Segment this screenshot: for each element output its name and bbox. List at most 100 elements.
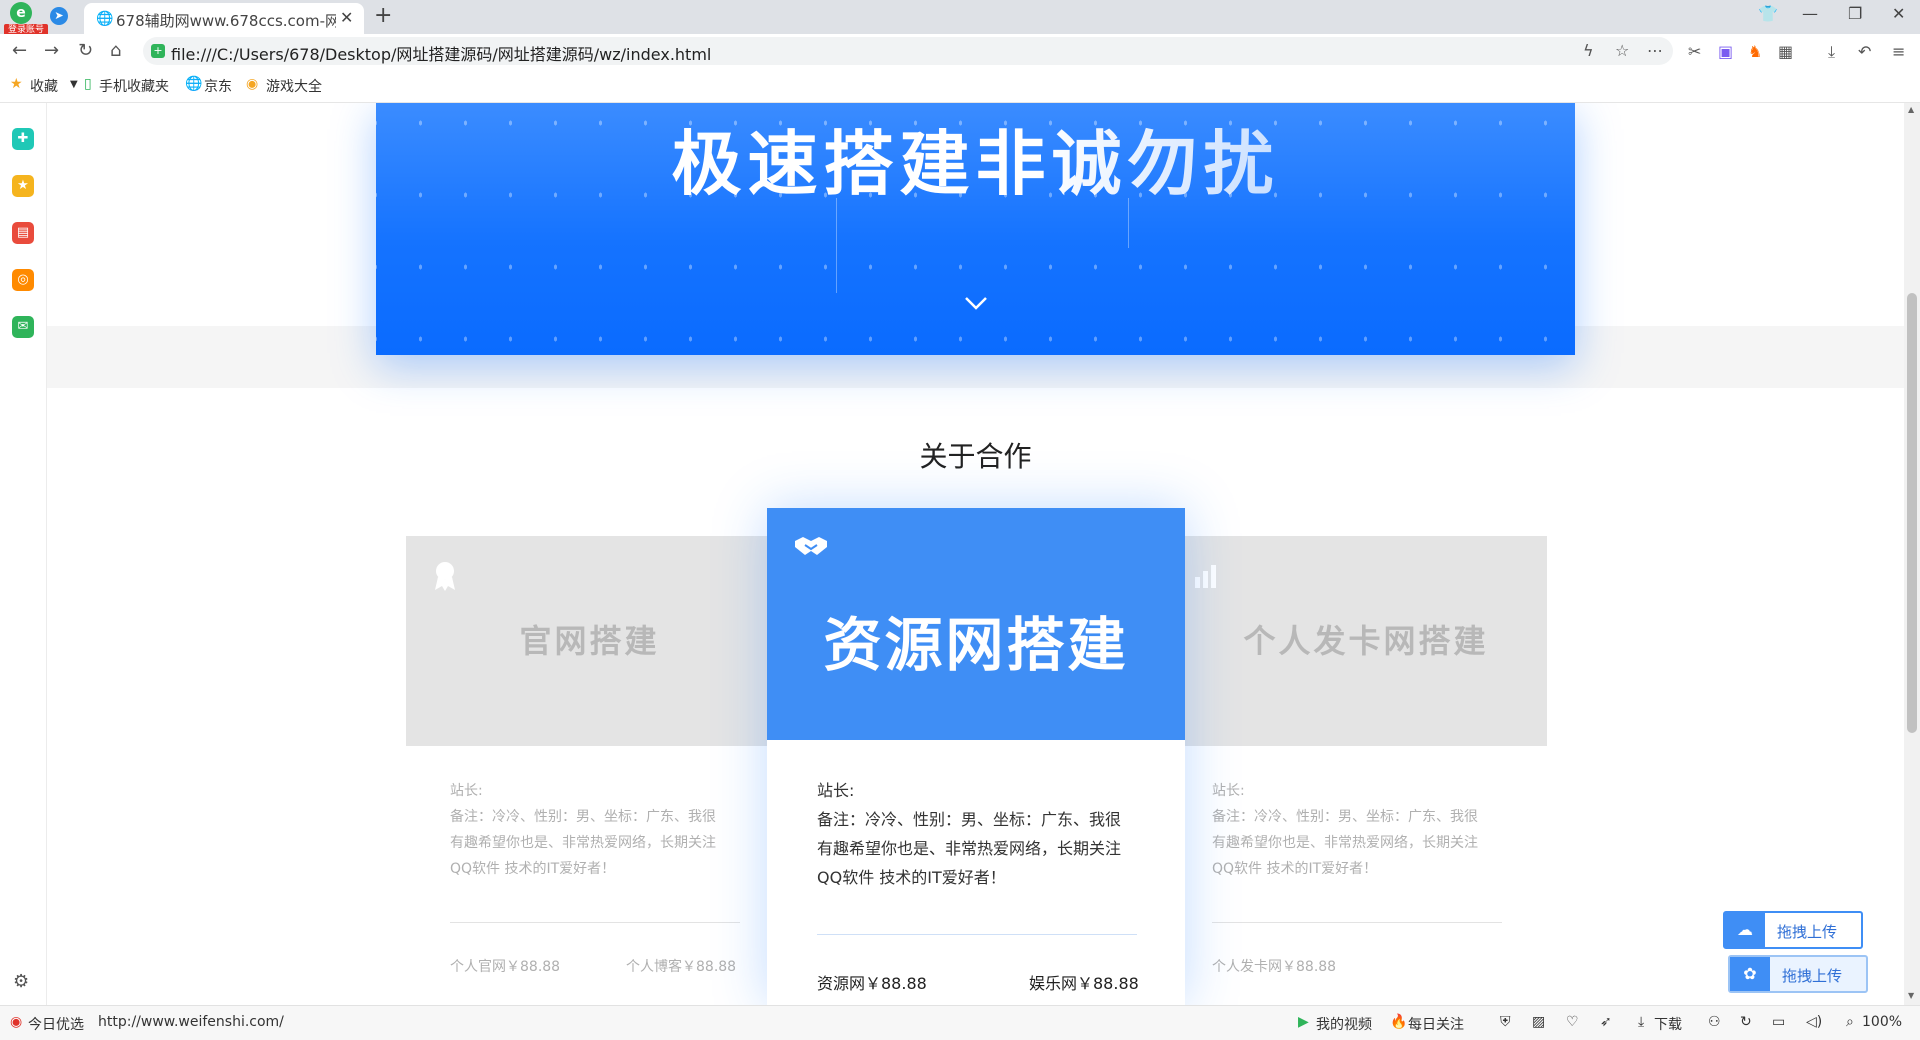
card-desc-line: QQ软件 技术的IT爱好者！ [817,868,1006,887]
translate-icon[interactable]: ▣ [1718,42,1733,61]
minimize-icon[interactable]: — [1802,4,1818,23]
favorites-icon[interactable]: ★ [12,175,34,197]
browser-logo-icon: e [10,2,32,24]
rocket-icon[interactable]: ➶ [1600,1014,1612,1030]
card-title: 官网搭建 [519,622,660,660]
tools-icon[interactable]: ⚇ [1708,1014,1721,1030]
game-icon[interactable]: ♞ [1748,42,1762,61]
vertical-scrollbar[interactable]: ▲ ▼ [1904,103,1920,1005]
card-desc-line: QQ软件 技术的IT爱好者！ [450,861,616,877]
zoom-level[interactable]: 100% [1862,1014,1902,1030]
card-card-shop: 个人发卡网搭建 站长: 备注：冷冷、性别：男、坐标：广东、我很 有趣希望你也是、… [1185,536,1547,1005]
new-tab-icon[interactable]: + [374,3,392,28]
telegram-icon[interactable]: ➤ [50,7,68,25]
scrollbar-thumb[interactable] [1907,293,1917,733]
close-tab-icon[interactable]: ✕ [340,8,353,27]
card-price[interactable]: 娱乐网￥88.88 [1029,970,1139,994]
card-desc-line: 备注：冷冷、性别：男、坐标：广东、我很 [450,809,716,825]
card-desc-line: 备注：冷冷、性别：男、坐标：广东、我很 [1212,809,1478,825]
bookmark-games[interactable]: 游戏大全 [266,76,322,96]
image-icon[interactable]: ▨ [1532,1014,1545,1030]
card-owner-label: 站长: [450,783,483,799]
heart-icon[interactable]: ♡ [1566,1014,1579,1030]
lightning-icon[interactable]: ϟ [1583,41,1594,60]
news-icon[interactable]: ▤ [12,222,34,244]
section-title: 关于合作 [919,440,1032,473]
apps-icon[interactable]: ▦ [1778,42,1793,61]
browser-sidebar: ✚ ★ ▤ ◎ ✉ ⚙ [0,103,47,1005]
card-price[interactable]: 资源网￥88.88 [817,970,927,994]
card-price[interactable]: 个人官网￥88.88 [450,956,560,976]
bookmark-mobile[interactable]: 手机收藏夹 [99,76,169,96]
today-pick[interactable]: 今日优选 [28,1014,84,1034]
reload-icon[interactable]: ↻ [78,40,93,61]
scroll-up-icon[interactable]: ▲ [1908,105,1914,114]
card-divider [817,934,1137,935]
tab-title: 678辅助网www.678ccs.com-网 [116,12,336,30]
home-icon[interactable]: ⌂ [110,40,121,61]
back-icon[interactable]: ← [12,40,27,61]
bar-chart-icon [1195,565,1216,588]
star-filled-icon: ★ [10,76,23,92]
secure-icon: + [151,44,165,58]
today-pick-icon: ◉ [10,1014,23,1030]
star-icon[interactable]: ☆ [1615,41,1629,60]
fire-icon: 🔥 [1390,1014,1408,1030]
download-small-icon: ⤓ [1638,1014,1645,1030]
url-text[interactable]: file:///C:/Users/678/Desktop/网址搭建源码/网址搭建… [171,41,711,65]
weibo-icon[interactable]: ◎ [12,269,34,291]
scissors-icon[interactable]: ✂ [1688,42,1701,61]
handshake-icon [795,537,827,555]
mail-icon[interactable]: ✉ [12,316,34,338]
card-owner-label: 站长: [1212,783,1245,799]
download-status[interactable]: 下载 [1654,1014,1682,1034]
undo-icon[interactable]: ↶ [1858,42,1871,61]
hero-title: 极速搭建非诚勿扰 [671,123,1280,205]
close-window-icon[interactable]: ✕ [1892,4,1905,23]
restore-icon[interactable]: ❐ [1848,4,1862,23]
window-icon[interactable]: ▭ [1772,1014,1785,1030]
hero-line [836,198,837,293]
forward-icon[interactable]: → [44,40,59,61]
volume-icon[interactable]: ◁) [1806,1014,1822,1030]
card-divider [1212,922,1502,923]
globe-icon: 🌐 [185,76,203,92]
settings-icon[interactable]: ⚙ [13,971,29,992]
card-desc-line: QQ软件 技术的IT爱好者！ [1212,861,1378,877]
address-bar[interactable]: + file:///C:/Users/678/Desktop/网址搭建源码/网址… [143,37,1673,65]
browser-tab[interactable]: 🌐 678辅助网www.678ccs.com-网 ✕ [84,3,364,34]
drag-upload-button[interactable]: ✿ 拖拽上传 [1728,955,1868,993]
web-page: 极速搭建非诚勿扰 关于合作 官网搭建 站长: 备注：冷冷、性别：男、坐标：广东、… [47,103,1904,1005]
card-desc-line: 备注：冷冷、性别：男、坐标：广东、我很 [817,810,1122,829]
card-price[interactable]: 个人发卡网￥88.88 [1212,956,1336,976]
card-price[interactable]: 个人博客￥88.88 [626,956,736,976]
card-title: 个人发卡网搭建 [1243,622,1489,660]
card-title: 资源网搭建 [823,611,1129,679]
baidu-cloud-icon: ✿ [1730,957,1770,991]
plus-app-icon[interactable]: ✚ [12,128,34,150]
more-icon[interactable]: ⋯ [1647,41,1663,60]
video-icon: ▶ [1298,1014,1309,1030]
address-row: ← → ↻ ⌂ + file:///C:/Users/678/Desktop/网… [0,34,1920,68]
card-desc-line: 有趣希望你也是、非常热爱网络，长期关注 [817,839,1122,858]
scroll-down-arrow-icon[interactable]: ▼ [1908,991,1914,1000]
tab-bar: e 登录账号 ➤ 🌐 678辅助网www.678ccs.com-网 ✕ + 👕 … [0,0,1920,36]
phone-icon: ▯ [84,76,92,92]
menu-icon[interactable]: ≡ [1892,42,1905,61]
chevron-down-icon[interactable]: ▼ [70,79,78,90]
cloud-upload-icon: ☁ [1725,913,1765,947]
bookmark-favorites[interactable]: 收藏 [30,76,58,96]
hero-banner: 极速搭建非诚勿扰 [376,103,1575,355]
status-bar: ◉ 今日优选 http://www.weifenshi.com/ ▶ 我的视频 … [0,1005,1920,1040]
my-video[interactable]: 我的视频 [1316,1014,1372,1034]
bookmark-jd[interactable]: 京东 [204,76,232,96]
download-icon[interactable]: ⤓ [1828,42,1835,62]
browser-logo[interactable]: e 登录账号 [4,2,48,36]
shirt-icon[interactable]: 👕 [1758,4,1778,23]
upload-label: 拖拽上传 [1777,923,1838,941]
daily-follow[interactable]: 每日关注 [1408,1014,1464,1034]
scroll-down-icon[interactable] [956,288,996,318]
refresh-icon[interactable]: ↻ [1740,1014,1752,1030]
drag-upload-button[interactable]: ☁ 拖拽上传 [1723,911,1863,949]
shield-icon[interactable]: ⛨ [1500,1014,1511,1030]
